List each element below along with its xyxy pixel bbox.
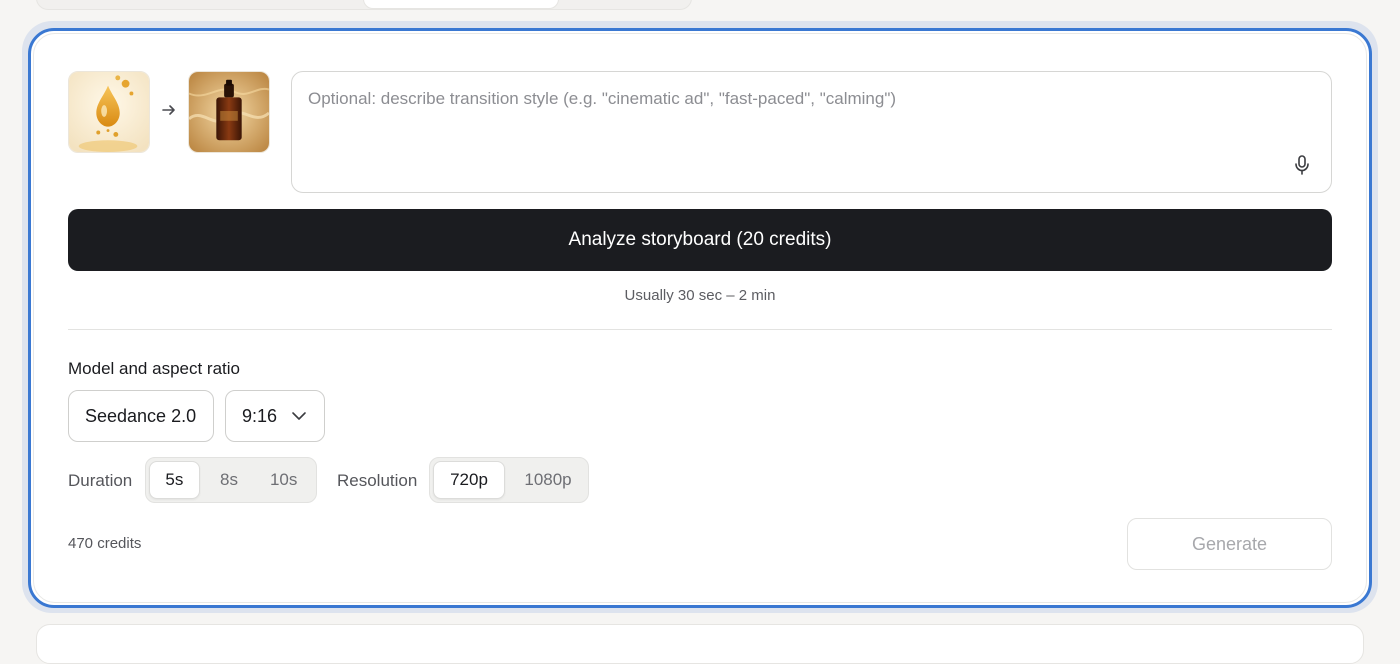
duration-option-10s[interactable]: 10s (258, 461, 309, 499)
previous-panel (36, 0, 692, 10)
aspect-ratio-select[interactable]: 9:16 (225, 390, 325, 442)
chevron-down-icon (292, 412, 306, 420)
transition-style-input[interactable] (292, 72, 1331, 192)
aspect-ratio-value: 9:16 (242, 405, 278, 426)
resolution-label: Resolution (337, 471, 418, 490)
previous-panel-tab[interactable] (363, 0, 559, 9)
end-frame-thumbnail[interactable] (188, 71, 270, 153)
duration-option-5s[interactable]: 5s (149, 461, 200, 499)
credits-balance: 470 credits (68, 535, 142, 552)
start-frame-thumbnail[interactable] (68, 71, 150, 153)
next-panel (36, 624, 1364, 664)
model-select-value: Seedance 2.0 (85, 405, 197, 426)
analyze-duration-hint: Usually 30 sec – 2 min (624, 287, 776, 304)
model-aspect-label: Model and aspect ratio (68, 359, 240, 378)
analyze-storyboard-button[interactable]: Analyze storyboard (20 credits) (68, 209, 1332, 271)
microphone-icon[interactable] (1291, 154, 1313, 176)
generation-card: Analyze storyboard (20 credits) Usually … (28, 28, 1372, 608)
duration-label: Duration (68, 471, 133, 490)
prompt-box (291, 71, 1332, 193)
generate-button[interactable]: Generate (1127, 518, 1332, 570)
model-select[interactable]: Seedance 2.0 (68, 390, 214, 442)
duration-option-8s[interactable]: 8s (204, 461, 255, 499)
duration-segmented-control: 5s 8s 10s (145, 457, 317, 503)
arrow-right-icon (162, 105, 175, 115)
resolution-option-1080p[interactable]: 1080p (511, 461, 585, 499)
resolution-option-720p[interactable]: 720p (433, 461, 505, 499)
honey-drop-image (69, 72, 149, 152)
section-divider (68, 329, 1332, 330)
resolution-segmented-control: 720p 1080p (429, 457, 589, 503)
serum-bottle-image (189, 72, 269, 152)
